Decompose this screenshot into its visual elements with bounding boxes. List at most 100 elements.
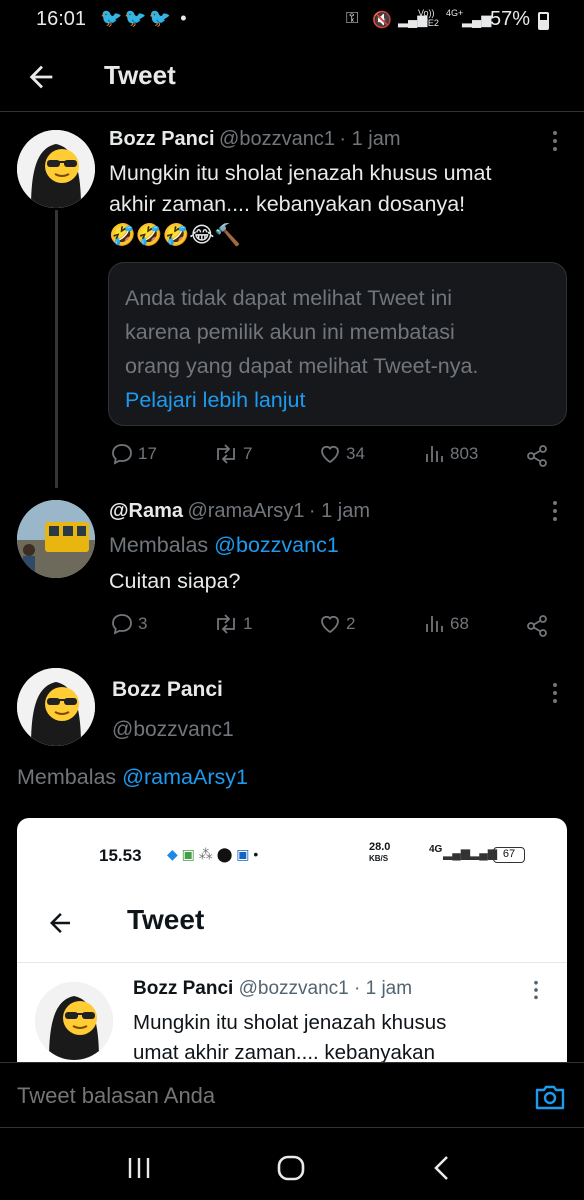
share-icon[interactable] [525, 444, 549, 468]
tweet1-views-button[interactable]: 803 [424, 442, 478, 466]
tweet1-author-name[interactable]: Bozz Panci [109, 128, 215, 150]
back-arrow-icon[interactable] [24, 60, 58, 94]
tweet3-reply-prefix: Membalas [17, 765, 117, 789]
tweet2-reply-prefix: Membalas [109, 533, 209, 557]
tweet2-views-button[interactable]: 68 [424, 612, 469, 636]
volte-label: Vo)) LTE2 [418, 8, 439, 28]
avatar-image [17, 668, 95, 746]
tweet1-text: Mungkin itu sholat jenazah khusus umat a… [109, 158, 569, 251]
tweet1-handle[interactable]: @bozzvanc1 [219, 128, 335, 150]
avatar-bozz-panci[interactable] [17, 130, 95, 208]
tweet2-header: @Rama @ramaArsy1 · 1 jam [109, 500, 370, 523]
tweet1-view-count: 803 [450, 444, 479, 463]
embed-more-icon [534, 980, 538, 1000]
tweet3-handle[interactable]: @bozzvanc1 [112, 718, 234, 742]
camera-icon[interactable] [534, 1083, 566, 1111]
tweet2-retweet-count: 1 [243, 614, 253, 633]
tweet1-text-line2: akhir zaman.... kebanyakan dosanya! [109, 192, 466, 216]
heart-icon [321, 615, 339, 634]
status-bar: 16:01 🐦🐦🐦 • ⚿ 🔇 ▂▄▆ Vo)) LTE2 4G+ ▂▄▆ 57… [0, 0, 584, 40]
tweet2-reply-button[interactable]: 3 [110, 612, 147, 636]
embed-speed-value: 28.0 [369, 841, 391, 853]
more-options-icon[interactable] [552, 682, 558, 704]
tweet1-reply-count: 17 [138, 444, 157, 463]
tweet3-author-name[interactable]: Bozz Panci [112, 678, 223, 702]
key-icon: ⚿ [346, 10, 359, 27]
embed-author-name: Bozz Panci [133, 978, 234, 999]
retweet-icon [217, 444, 235, 464]
tweet2-reply-count: 3 [138, 614, 148, 633]
avatar-bozz-panci-main[interactable] [17, 668, 95, 746]
tweet3-reply-to-link[interactable]: @ramaArsy1 [122, 765, 248, 789]
tweet1-actions: 17 7 34 803 [0, 440, 584, 470]
avatar-image [17, 130, 95, 208]
embed-page-title: Tweet [127, 904, 205, 935]
tweet2-retweet-button[interactable]: 1 [213, 612, 252, 636]
retweet-icon [217, 614, 235, 634]
tweet2-author-name[interactable]: @Rama [109, 500, 183, 522]
reply-composer [0, 1062, 584, 1128]
back-nav-icon[interactable] [430, 1154, 454, 1182]
embed-handle: @bozzvanc1 [238, 978, 349, 999]
heart-icon [321, 445, 339, 464]
mute-icon: 🔇 [372, 12, 392, 29]
tweet2-like-button[interactable]: 2 [318, 612, 355, 636]
quote-notice-line2: karena pemilik akun ini membatasi [125, 320, 455, 344]
tweet2-time: · 1 jam [308, 500, 371, 522]
tweet1-reply-button[interactable]: 17 [110, 442, 157, 466]
embed-back-arrow-icon [50, 913, 70, 933]
avatar-rama[interactable] [17, 500, 95, 578]
battery-icon [538, 12, 549, 30]
header: Tweet [0, 44, 584, 112]
embed-battery-value: 67 [502, 848, 516, 860]
more-options-icon[interactable] [552, 500, 558, 522]
page-title: Tweet [104, 60, 176, 90]
tweet2-view-count: 68 [450, 614, 469, 633]
reply-icon [112, 614, 132, 635]
tweet1-like-count: 34 [346, 444, 365, 463]
system-nav-bar [0, 1130, 584, 1200]
embed-app-icons: ◆ ▣ ⁂ ⬤ ▣ • [167, 846, 259, 862]
quote-notice-line1: Anda tidak dapat melihat Tweet ini [125, 286, 453, 310]
tweet2-reply-to-link[interactable]: @bozzvanc1 [214, 533, 339, 557]
reply-icon [112, 444, 132, 465]
avatar-image [17, 500, 95, 578]
attached-screenshot[interactable]: 15.53 ◆ ▣ ⁂ ⬤ ▣ • 28.0 KB/S 4G ▂▄▆▂▄▆ 67… [17, 818, 567, 1063]
quoted-tweet-unavailable[interactable]: Anda tidak dapat melihat Tweet ini karen… [108, 262, 567, 426]
embed-speed: 28.0 KB/S [369, 842, 390, 864]
reply-input[interactable] [17, 1079, 497, 1113]
embed-battery-icon: 67 [493, 847, 525, 863]
tweet2-text: Cuitan siapa? [109, 569, 241, 593]
embed-speed-unit: KB/S [369, 854, 389, 863]
tweet1-like-button[interactable]: 34 [318, 442, 365, 466]
tweet1-retweet-button[interactable]: 7 [213, 442, 252, 466]
signal-icon-2: ▂▄▆ [462, 12, 492, 27]
embed-tweet-text: Mungkin itu sholat jenazah khusus umat a… [133, 1008, 446, 1063]
embed-tweet-header: Bozz Panci @bozzvanc1 · 1 jam [133, 978, 412, 1000]
recent-apps-icon[interactable] [126, 1156, 152, 1180]
avatar-image [35, 982, 113, 1060]
tweet2-actions: 3 1 2 68 [0, 610, 584, 640]
views-icon [426, 616, 443, 632]
status-time: 16:01 [36, 8, 87, 30]
embed-net-type: 4G [429, 844, 443, 855]
tweet2-reply-context: Membalas @bozzvanc1 [109, 530, 339, 561]
embed-time: · 1 jam [354, 978, 413, 999]
battery-percent: 57% [490, 8, 531, 30]
home-icon[interactable] [276, 1154, 306, 1182]
tweet3-reply-context: Membalas @ramaArsy1 [17, 762, 248, 793]
tweet2-handle[interactable]: @ramaArsy1 [187, 500, 304, 522]
twitter-notification-icons: 🐦🐦🐦 • [100, 8, 189, 28]
tweet1-header: Bozz Panci @bozzvanc1 · 1 jam [109, 128, 401, 151]
tweet1-emojis: 🤣🤣🤣😂🔨 [109, 223, 242, 247]
network-type: 4G+ [446, 8, 464, 18]
share-icon[interactable] [525, 614, 549, 638]
embed-avatar [35, 982, 113, 1060]
tweet1-text-line1: Mungkin itu sholat jenazah khusus umat [109, 161, 492, 185]
views-icon [426, 446, 443, 462]
embed-text-line1: Mungkin itu sholat jenazah khusus [133, 1011, 447, 1034]
embed-divider [17, 962, 567, 963]
more-options-icon[interactable] [552, 130, 558, 152]
learn-more-link[interactable]: Pelajari lebih lanjut [125, 383, 550, 417]
embed-signal-icon: ▂▄▆▂▄▆ [443, 846, 497, 860]
